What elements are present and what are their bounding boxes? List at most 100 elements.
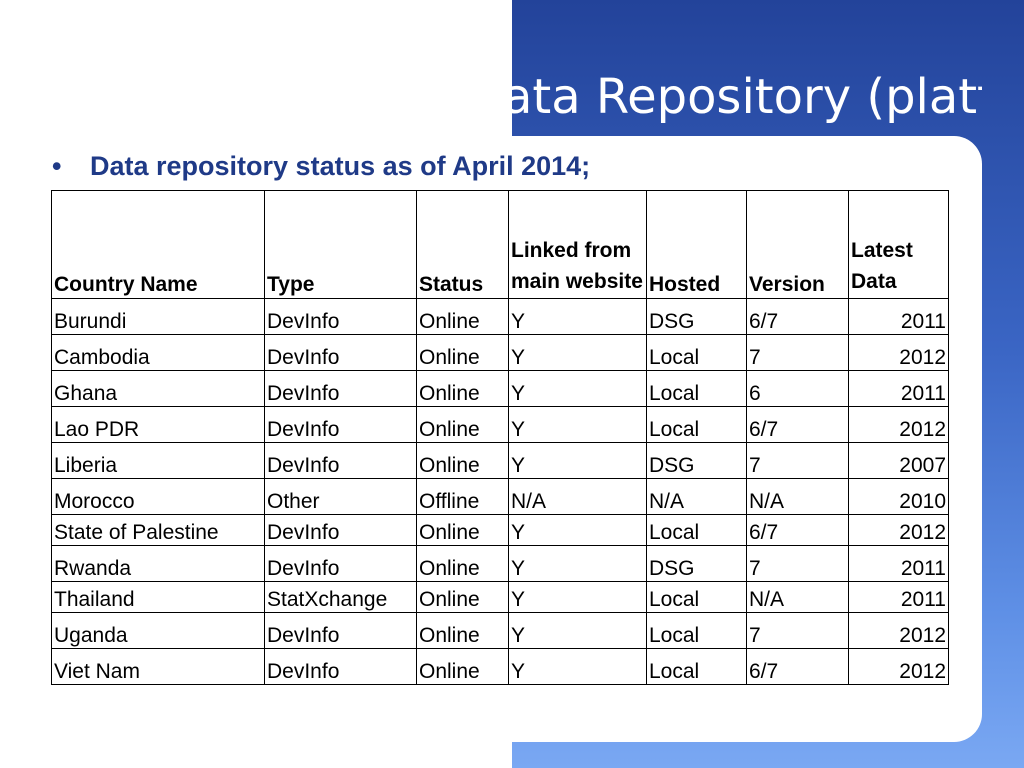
table-row: Liberia DevInfo Online Y DSG 7 2007 <box>51 442 949 479</box>
header-type: Type <box>264 190 417 299</box>
cell-hosted: Local <box>646 370 747 407</box>
cell-status: Online <box>416 581 509 613</box>
cell-version: 7 <box>746 612 849 649</box>
table-row: Ghana DevInfo Online Y Local 6 2011 <box>51 370 949 407</box>
cell-linked: Y <box>508 612 647 649</box>
cell-country: Ghana <box>51 370 265 407</box>
cell-latest-data: 2010 <box>848 478 949 515</box>
cell-latest-data: 2011 <box>848 581 949 613</box>
header-latest-data: Latest Data <box>848 190 949 299</box>
table-row: Burundi DevInfo Online Y DSG 6/7 2011 <box>51 298 949 335</box>
cell-version: N/A <box>746 478 849 515</box>
cell-latest-data: 2012 <box>848 514 949 546</box>
cell-type: DevInfo <box>264 648 417 685</box>
cell-status: Online <box>416 442 509 479</box>
cell-version: 6 <box>746 370 849 407</box>
cell-hosted: Local <box>646 334 747 371</box>
cell-status: Offline <box>416 478 509 515</box>
repository-status-table: Country Name Type Status Linked from mai… <box>51 190 949 685</box>
cell-latest-data: 2011 <box>848 298 949 335</box>
cell-country: Lao PDR <box>51 406 265 443</box>
table-row: Rwanda DevInfo Online Y DSG 7 2011 <box>51 545 949 582</box>
cell-status: Online <box>416 514 509 546</box>
bullet-symbol: • <box>52 151 62 181</box>
cell-country: Viet Nam <box>51 648 265 685</box>
cell-linked: Y <box>508 442 647 479</box>
cell-linked: Y <box>508 370 647 407</box>
cell-type: DevInfo <box>264 406 417 443</box>
cell-status: Online <box>416 545 509 582</box>
cell-linked: Y <box>508 406 647 443</box>
cell-linked: Y <box>508 648 647 685</box>
cell-hosted: DSG <box>646 298 747 335</box>
cell-type: DevInfo <box>264 442 417 479</box>
cell-hosted: Local <box>646 514 747 546</box>
cell-linked: Y <box>508 334 647 371</box>
cell-linked: Y <box>508 545 647 582</box>
cell-status: Online <box>416 612 509 649</box>
cell-latest-data: 2012 <box>848 612 949 649</box>
cell-type: DevInfo <box>264 370 417 407</box>
cell-country: Rwanda <box>51 545 265 582</box>
bullet-text: Data repository status as of April 2014; <box>90 151 591 181</box>
table-row: Viet Nam DevInfo Online Y Local 6/7 2012 <box>51 648 949 685</box>
table-header-row: Country Name Type Status Linked from mai… <box>51 190 949 299</box>
cell-type: DevInfo <box>264 612 417 649</box>
cell-latest-data: 2011 <box>848 545 949 582</box>
cell-status: Online <box>416 298 509 335</box>
cell-country: Liberia <box>51 442 265 479</box>
header-linked-from-main-website: Linked from main website <box>508 190 647 299</box>
table-row: Thailand StatXchange Online Y Local N/A … <box>51 581 949 613</box>
cell-latest-data: 2007 <box>848 442 949 479</box>
cell-country: State of Palestine <box>51 514 265 546</box>
bullet-item: • Data repository status as of April 2014… <box>52 148 590 184</box>
cell-version: 6/7 <box>746 406 849 443</box>
slide-title-region: Data Repository (platform) <box>512 40 982 136</box>
cell-latest-data: 2012 <box>848 648 949 685</box>
header-status: Status <box>416 190 509 299</box>
cell-status: Online <box>416 334 509 371</box>
table-row: Cambodia DevInfo Online Y Local 7 2012 <box>51 334 949 371</box>
cell-status: Online <box>416 648 509 685</box>
cell-hosted: Local <box>646 648 747 685</box>
header-hosted: Hosted <box>646 190 747 299</box>
cell-hosted: Local <box>646 612 747 649</box>
cell-type: StatXchange <box>264 581 417 613</box>
cell-latest-data: 2012 <box>848 406 949 443</box>
cell-hosted: DSG <box>646 545 747 582</box>
cell-hosted: DSG <box>646 442 747 479</box>
cell-latest-data: 2011 <box>848 370 949 407</box>
cell-version: 6/7 <box>746 298 849 335</box>
slide-title: Data Repository (platform) <box>512 69 982 125</box>
cell-version: 6/7 <box>746 648 849 685</box>
cell-type: DevInfo <box>264 334 417 371</box>
cell-latest-data: 2012 <box>848 334 949 371</box>
cell-hosted: Local <box>646 406 747 443</box>
cell-version: N/A <box>746 581 849 613</box>
cell-type: DevInfo <box>264 514 417 546</box>
cell-status: Online <box>416 406 509 443</box>
header-country-name: Country Name <box>51 190 265 299</box>
cell-country: Uganda <box>51 612 265 649</box>
cell-hosted: N/A <box>646 478 747 515</box>
cell-linked: N/A <box>508 478 647 515</box>
cell-linked: Y <box>508 514 647 546</box>
table-row: Uganda DevInfo Online Y Local 7 2012 <box>51 612 949 649</box>
cell-country: Morocco <box>51 478 265 515</box>
cell-linked: Y <box>508 298 647 335</box>
cell-type: DevInfo <box>264 298 417 335</box>
cell-linked: Y <box>508 581 647 613</box>
cell-version: 6/7 <box>746 514 849 546</box>
cell-version: 7 <box>746 442 849 479</box>
table-row: State of Palestine DevInfo Online Y Loca… <box>51 514 949 546</box>
cell-hosted: Local <box>646 581 747 613</box>
cell-version: 7 <box>746 545 849 582</box>
cell-country: Burundi <box>51 298 265 335</box>
cell-country: Cambodia <box>51 334 265 371</box>
table-row: Lao PDR DevInfo Online Y Local 6/7 2012 <box>51 406 949 443</box>
cell-type: DevInfo <box>264 545 417 582</box>
table-row: Morocco Other Offline N/A N/A N/A 2010 <box>51 478 949 515</box>
cell-type: Other <box>264 478 417 515</box>
cell-status: Online <box>416 370 509 407</box>
cell-version: 7 <box>746 334 849 371</box>
